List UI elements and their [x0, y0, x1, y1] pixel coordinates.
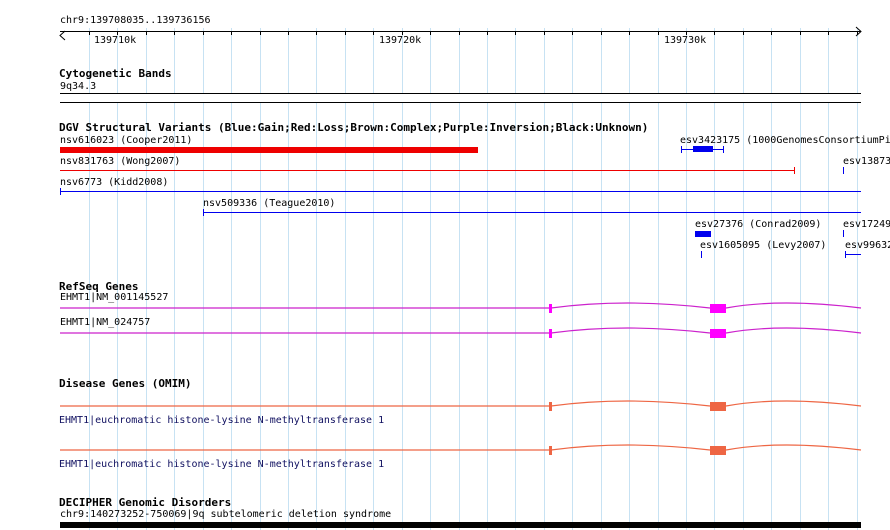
disease-gene-label[interactable]: EHMT1|euchromatic histone-lysine N-methy…	[59, 459, 384, 471]
decipher-label[interactable]: chr9:140273252-750069|9q subtelomeric de…	[60, 509, 391, 521]
track-title-decipher: DECIPHER Genomic Disorders	[59, 496, 232, 509]
disease-gene-model[interactable]	[0, 0, 890, 530]
genome-browser-view[interactable]: chr9:139708035..139736156 139710k 139720…	[0, 0, 890, 530]
decipher-bar[interactable]	[60, 522, 861, 528]
